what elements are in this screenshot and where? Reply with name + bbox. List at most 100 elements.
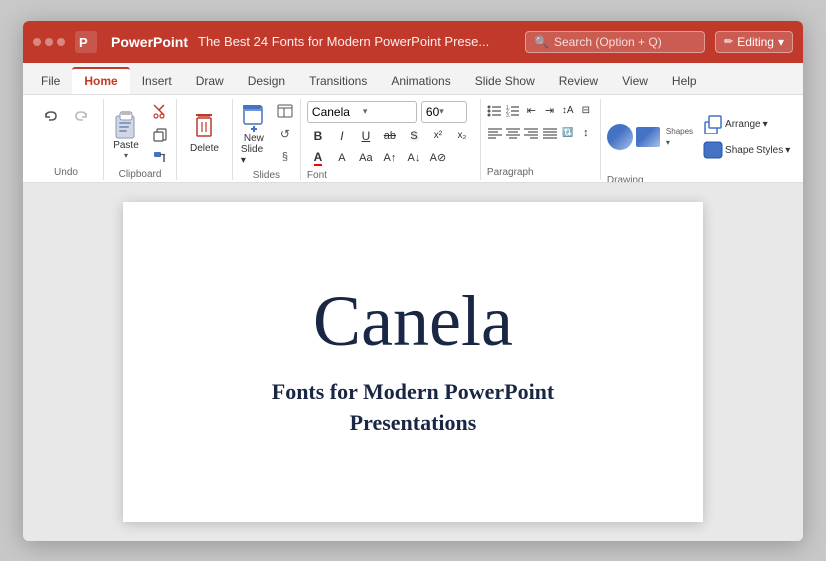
- line-spacing-button[interactable]: ↕: [578, 123, 594, 143]
- shapes-row-1: Shapes ▾: [607, 124, 696, 150]
- tab-file[interactable]: File: [29, 69, 72, 94]
- tab-design[interactable]: Design: [236, 69, 297, 94]
- delete-icon: [194, 113, 214, 141]
- format-painter-icon: [152, 149, 168, 165]
- ribbon-tabs: File Home Insert Draw Design Transitions…: [23, 63, 803, 95]
- arrange-dropdown-icon: ▾: [763, 119, 768, 130]
- increase-indent-button[interactable]: ⇥: [541, 101, 557, 121]
- align-right-icon: [524, 127, 538, 139]
- arrange-buttons: Arrange ▾ Shape Styles ▾: [700, 112, 793, 161]
- font-name-selector[interactable]: Canela ▾: [307, 101, 417, 123]
- shape-fill-button[interactable]: Shape Fill ▾: [801, 101, 803, 125]
- tab-slideshow[interactable]: Slide Show: [463, 69, 547, 94]
- font-group-label: Font: [307, 168, 474, 181]
- font-color-icon: A: [314, 150, 323, 166]
- numbering-icon: 1. 2. 3.: [505, 104, 521, 118]
- superscript-button[interactable]: x²: [427, 126, 449, 146]
- delete-group: Delete Delete: [177, 99, 233, 180]
- shape-rect-item[interactable]: [636, 127, 660, 147]
- tab-review[interactable]: Review: [547, 69, 610, 94]
- columns-button[interactable]: ⊟: [578, 101, 594, 121]
- cut-button[interactable]: [148, 101, 172, 121]
- font-color-button[interactable]: A: [307, 148, 329, 168]
- font-selector-row: Canela ▾ 60 ▾: [307, 101, 474, 123]
- tab-draw[interactable]: Draw: [184, 69, 236, 94]
- underline-button[interactable]: U: [355, 126, 377, 146]
- justify-button[interactable]: [541, 123, 557, 143]
- powerpoint-icon: P: [75, 31, 97, 53]
- drawing-group-label: Drawing: [607, 173, 803, 183]
- italic-button[interactable]: I: [331, 126, 353, 146]
- paste-icon: [112, 108, 140, 140]
- bold-button[interactable]: B: [307, 126, 329, 146]
- arrange-button[interactable]: Arrange ▾: [700, 112, 793, 136]
- slides-buttons: New Slide ▾ ↺ §: [237, 101, 296, 168]
- tab-transitions[interactable]: Transitions: [297, 69, 379, 94]
- text-direction-button[interactable]: ↕A: [560, 101, 576, 121]
- text-box-direction-button[interactable]: 🔃: [560, 123, 576, 143]
- clipboard-group-label: Clipboard: [119, 167, 162, 180]
- slide-subtitle-line1: Fonts for Modern PowerPoint: [272, 379, 555, 404]
- undo-icon: [42, 108, 60, 126]
- align-center-button[interactable]: [505, 123, 521, 143]
- tab-home[interactable]: Home: [72, 67, 129, 94]
- redo-button[interactable]: [67, 103, 95, 131]
- layout-button[interactable]: [274, 101, 296, 121]
- slide-area: Canela Fonts for Modern PowerPoint Prese…: [23, 183, 803, 541]
- shadow-button[interactable]: S: [403, 126, 425, 146]
- highlight-button[interactable]: A: [331, 148, 353, 168]
- font-size-value: 60: [426, 105, 439, 119]
- shape-styles-button[interactable]: Shape Styles ▾: [700, 139, 793, 161]
- clipboard-buttons: Paste ▾: [108, 101, 172, 167]
- duplicate-button[interactable]: Duplicate: [801, 157, 803, 173]
- editing-button[interactable]: ✏ Editing ▾: [715, 31, 793, 53]
- font-extra-row: A A Aa A↑ A↓ A⊘: [307, 148, 474, 168]
- align-left-button[interactable]: [487, 123, 503, 143]
- strikethrough-button[interactable]: ab: [379, 126, 401, 146]
- decrease-font-button[interactable]: A↓: [403, 148, 425, 168]
- tab-animations[interactable]: Animations: [379, 69, 462, 94]
- increase-font-button[interactable]: A↑: [379, 148, 401, 168]
- drawing-group: Shapes ▾ Arrange ▾: [601, 99, 803, 180]
- paragraph-group: 1. 2. 3. ⇤ ⇥ ↕A ⊟: [481, 99, 601, 180]
- undo-group: Undo: [29, 99, 104, 180]
- shape-circle-item[interactable]: [607, 124, 633, 150]
- drawing-top-row: Shapes ▾ Arrange ▾: [607, 101, 803, 173]
- layout-icon: [277, 104, 293, 118]
- shape-props: Shape Fill ▾ Shape Outline ▾: [797, 101, 803, 173]
- para-row-1: 1. 2. 3. ⇤ ⇥ ↕A ⊟: [487, 101, 594, 121]
- justify-icon: [543, 127, 557, 139]
- paste-dropdown-icon: ▾: [124, 151, 128, 160]
- tab-help[interactable]: Help: [660, 69, 709, 94]
- font-size-selector[interactable]: 60 ▾: [421, 101, 467, 123]
- tab-insert[interactable]: Insert: [130, 69, 184, 94]
- shapes-palette: Shapes ▾: [607, 124, 696, 150]
- shape-outline-button[interactable]: Shape Outline ▾: [801, 129, 803, 153]
- format-painter-button[interactable]: [148, 147, 172, 167]
- section-button[interactable]: §: [274, 147, 296, 167]
- undo-button[interactable]: [37, 103, 65, 131]
- arrange-label: Arrange: [725, 119, 761, 130]
- shapes-dropdown[interactable]: Shapes ▾: [663, 125, 696, 149]
- numbering-button[interactable]: 1. 2. 3.: [505, 101, 521, 121]
- pencil-icon: ✏: [724, 35, 733, 48]
- clipboard-small-group: [148, 101, 172, 167]
- reset-button[interactable]: ↺: [274, 124, 296, 144]
- search-input[interactable]: [554, 35, 694, 49]
- bullets-button[interactable]: [487, 101, 503, 121]
- tab-view[interactable]: View: [610, 69, 660, 94]
- new-slide-button[interactable]: New Slide ▾: [237, 101, 271, 168]
- case-button[interactable]: Aa: [355, 148, 377, 168]
- search-bar[interactable]: 🔍: [525, 31, 705, 53]
- title-bar: P PowerPoint The Best 24 Fonts for Moder…: [23, 21, 803, 63]
- paste-button[interactable]: Paste ▾: [108, 106, 144, 162]
- delete-button[interactable]: Delete: [185, 110, 224, 157]
- subscript-button[interactable]: x₂: [451, 126, 473, 146]
- decrease-indent-button[interactable]: ⇤: [523, 101, 539, 121]
- cut-icon: [152, 103, 168, 119]
- copy-button[interactable]: [148, 124, 172, 144]
- ribbon-toolbar: Undo Paste ▾: [23, 95, 803, 183]
- align-right-button[interactable]: [523, 123, 539, 143]
- clear-format-button[interactable]: A⊘: [427, 148, 449, 168]
- para-row-2: 🔃 ↕: [487, 123, 594, 143]
